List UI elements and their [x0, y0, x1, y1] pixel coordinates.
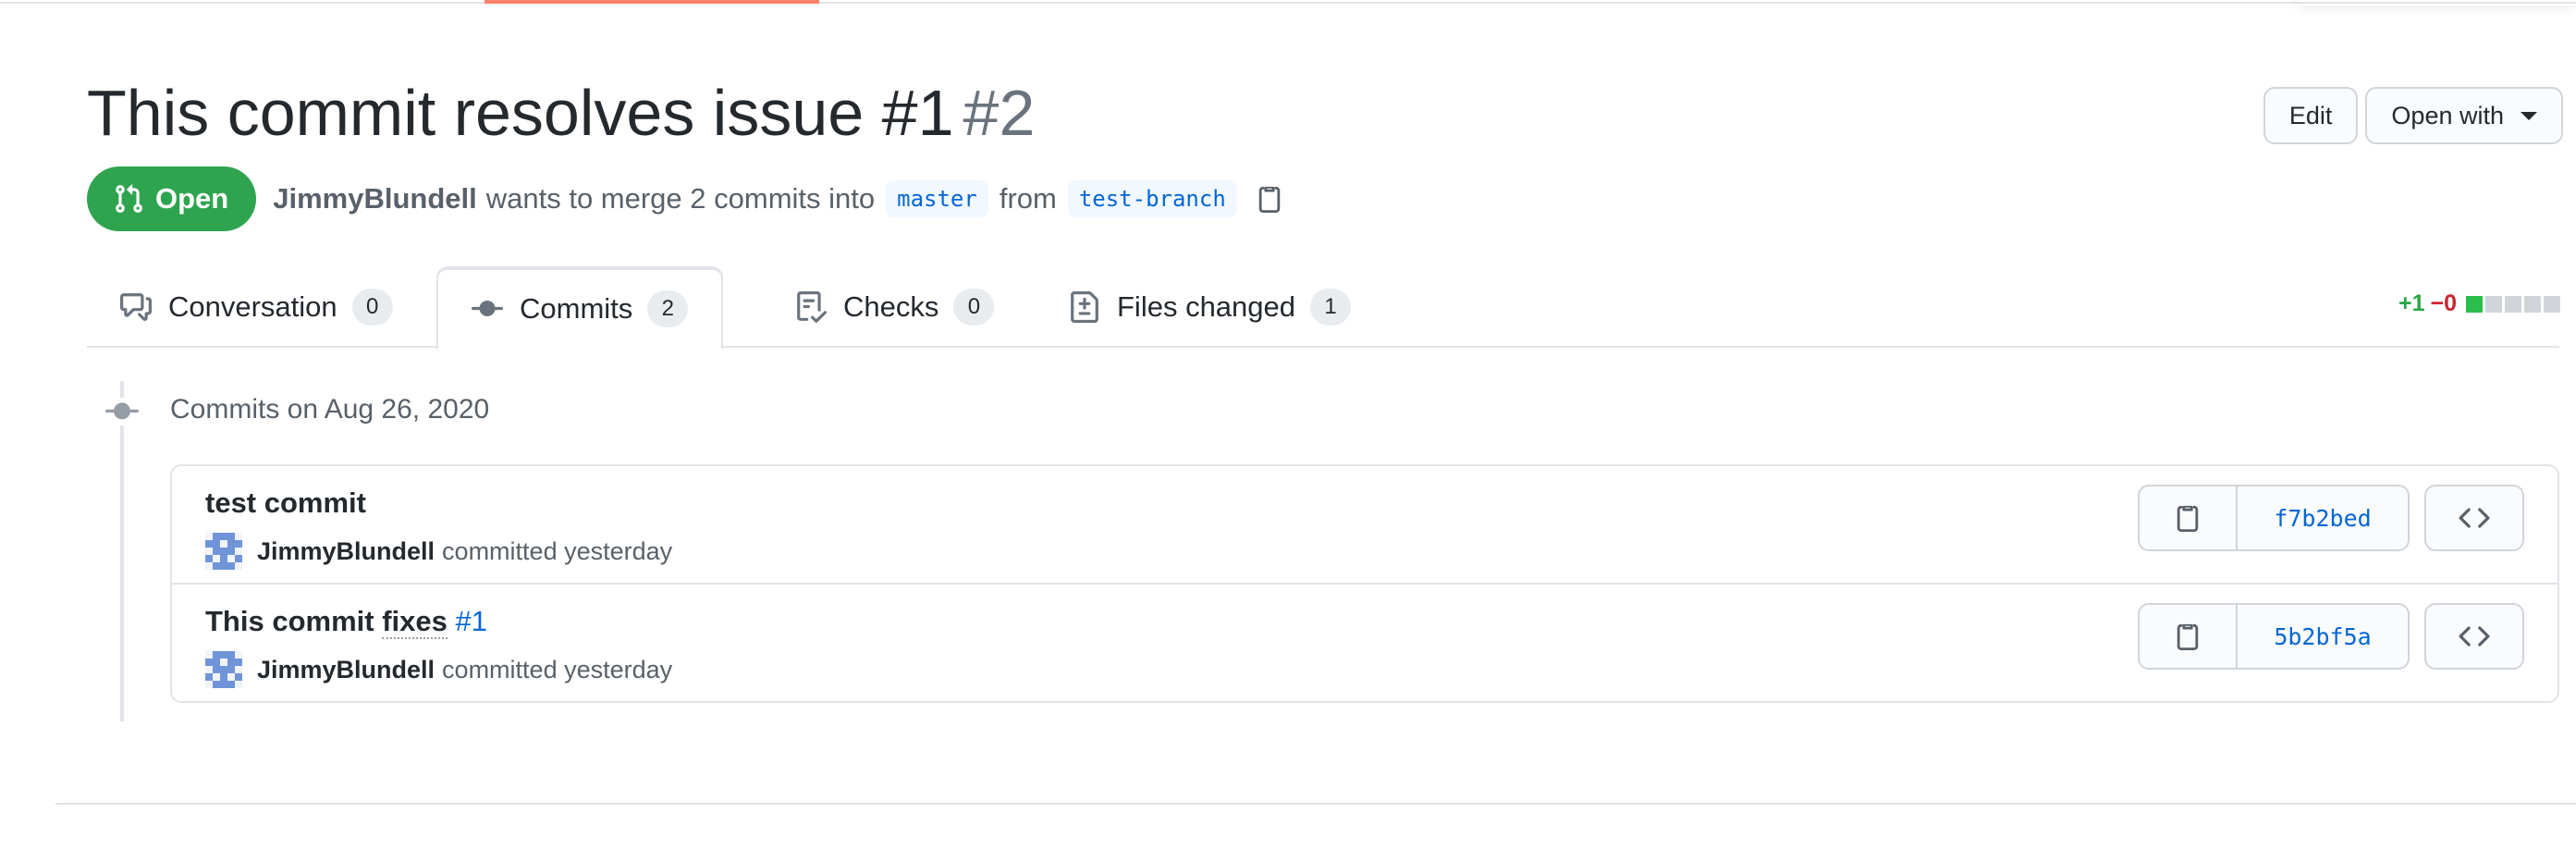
clipboard-icon	[2177, 505, 2199, 532]
git-commit-icon	[105, 402, 139, 420]
comment-discussion-icon	[120, 293, 152, 321]
diffstat-additions: +1	[2398, 290, 2425, 316]
issue-reference-link[interactable]: #1	[456, 605, 487, 637]
diffstat-blocks	[2466, 295, 2563, 313]
copy-branch-button[interactable]	[1256, 185, 1283, 213]
commits-date-heading: Commits on Aug 26, 2020	[170, 394, 490, 425]
tab-commits-label: Commits	[520, 292, 633, 325]
pr-tabs: Conversation 0 Commits 2 Checks 0 Files …	[87, 266, 2559, 350]
header-shadow	[2299, 0, 2576, 6]
commit-title: This commit fixes #1	[205, 605, 487, 639]
page-progress-bar	[485, 0, 819, 4]
open-with-button[interactable]: Open with	[2365, 87, 2563, 144]
sha-button-group: 5b2bf5a	[2138, 603, 2410, 670]
commit-sha-link[interactable]: f7b2bed	[2238, 486, 2408, 549]
pr-title: This commit resolves issue #1 #2	[87, 74, 1035, 152]
header-border	[0, 0, 2576, 4]
git-commit-icon	[472, 300, 503, 316]
tab-conversation[interactable]: Conversation 0	[87, 266, 426, 348]
caret-down-icon	[2521, 111, 2537, 120]
tab-commits[interactable]: Commits 2	[436, 266, 724, 350]
timeline-line	[120, 381, 124, 721]
commit-sha-link[interactable]: 5b2bf5a	[2238, 605, 2408, 668]
commit-byline: JimmyBlundell committed yesterday	[205, 651, 672, 688]
diffstat-block-neutral	[2544, 295, 2560, 313]
diffstat-block-neutral	[2505, 295, 2521, 313]
diffstat-block-neutral	[2524, 295, 2541, 313]
browse-repo-button[interactable]	[2424, 603, 2524, 670]
tab-conversation-label: Conversation	[168, 290, 337, 323]
commit-title-link[interactable]: This commit	[205, 605, 374, 637]
browse-repo-button[interactable]	[2424, 485, 2524, 551]
pr-number: #2	[963, 77, 1036, 149]
git-pull-request-icon	[116, 184, 142, 213]
clipboard-icon	[1258, 186, 1281, 213]
copy-sha-button[interactable]	[2140, 605, 2238, 668]
code-icon	[2459, 508, 2490, 528]
pr-header-actions: Edit Open with	[2263, 87, 2563, 144]
commit-author-link[interactable]: JimmyBlundell	[257, 537, 435, 566]
open-with-label: Open with	[2391, 101, 2504, 129]
diffstat-deletions: −0	[2430, 290, 2457, 316]
edit-button[interactable]: Edit	[2263, 87, 2359, 144]
commit-row: test commit JimmyBlundell committed yest…	[172, 466, 2558, 585]
code-icon	[2459, 626, 2490, 646]
avatar[interactable]	[205, 533, 242, 570]
file-diff-icon	[1071, 291, 1098, 323]
commit-time: committed yesterday	[442, 536, 673, 565]
tab-checks[interactable]: Checks 0	[762, 266, 1027, 348]
sha-button-group: f7b2bed	[2138, 485, 2410, 551]
commit-row: This commit fixes #1 JimmyBlundell commi…	[172, 585, 2558, 701]
tab-checks-label: Checks	[843, 290, 939, 323]
tab-files-changed[interactable]: Files changed 1	[1036, 266, 1384, 348]
pr-author-link[interactable]: JimmyBlundell	[273, 182, 477, 216]
pr-meta: Open JimmyBlundell wants to merge 2 comm…	[87, 166, 1283, 231]
commit-title-link[interactable]: test commit	[205, 486, 366, 520]
pr-state-label: Open	[155, 182, 229, 215]
edit-button-label: Edit	[2288, 101, 2333, 129]
commit-byline: JimmyBlundell committed yesterday	[205, 533, 672, 570]
diffstat-block-added	[2466, 295, 2483, 313]
avatar[interactable]	[205, 651, 242, 688]
head-branch[interactable]: test-branch	[1067, 180, 1237, 217]
from-text: from	[999, 182, 1057, 215]
timeline-commit-icon	[104, 398, 141, 425]
diffstat-block-neutral	[2485, 295, 2502, 313]
footer-divider	[55, 803, 2576, 805]
pr-title-text: This commit resolves issue #1	[87, 77, 954, 149]
clipboard-icon	[2177, 623, 2199, 650]
tab-checks-count: 0	[953, 289, 995, 326]
copy-sha-button[interactable]	[2140, 486, 2238, 549]
diffstat: +1 −0	[2398, 290, 2563, 317]
tab-files-changed-count: 1	[1310, 289, 1352, 326]
commit-time: committed yesterday	[442, 655, 673, 683]
closing-keyword[interactable]: fixes	[382, 605, 448, 639]
tab-conversation-count: 0	[351, 289, 393, 326]
commit-list: test commit JimmyBlundell committed yest…	[170, 464, 2559, 703]
tab-commits-count: 2	[647, 290, 689, 327]
checklist-icon	[797, 291, 827, 323]
pr-state-badge: Open	[87, 166, 257, 231]
commit-author-link[interactable]: JimmyBlundell	[257, 656, 435, 684]
merge-text: wants to merge 2 commits into	[485, 182, 876, 215]
base-branch[interactable]: master	[886, 180, 988, 217]
tab-files-changed-label: Files changed	[1117, 290, 1296, 323]
